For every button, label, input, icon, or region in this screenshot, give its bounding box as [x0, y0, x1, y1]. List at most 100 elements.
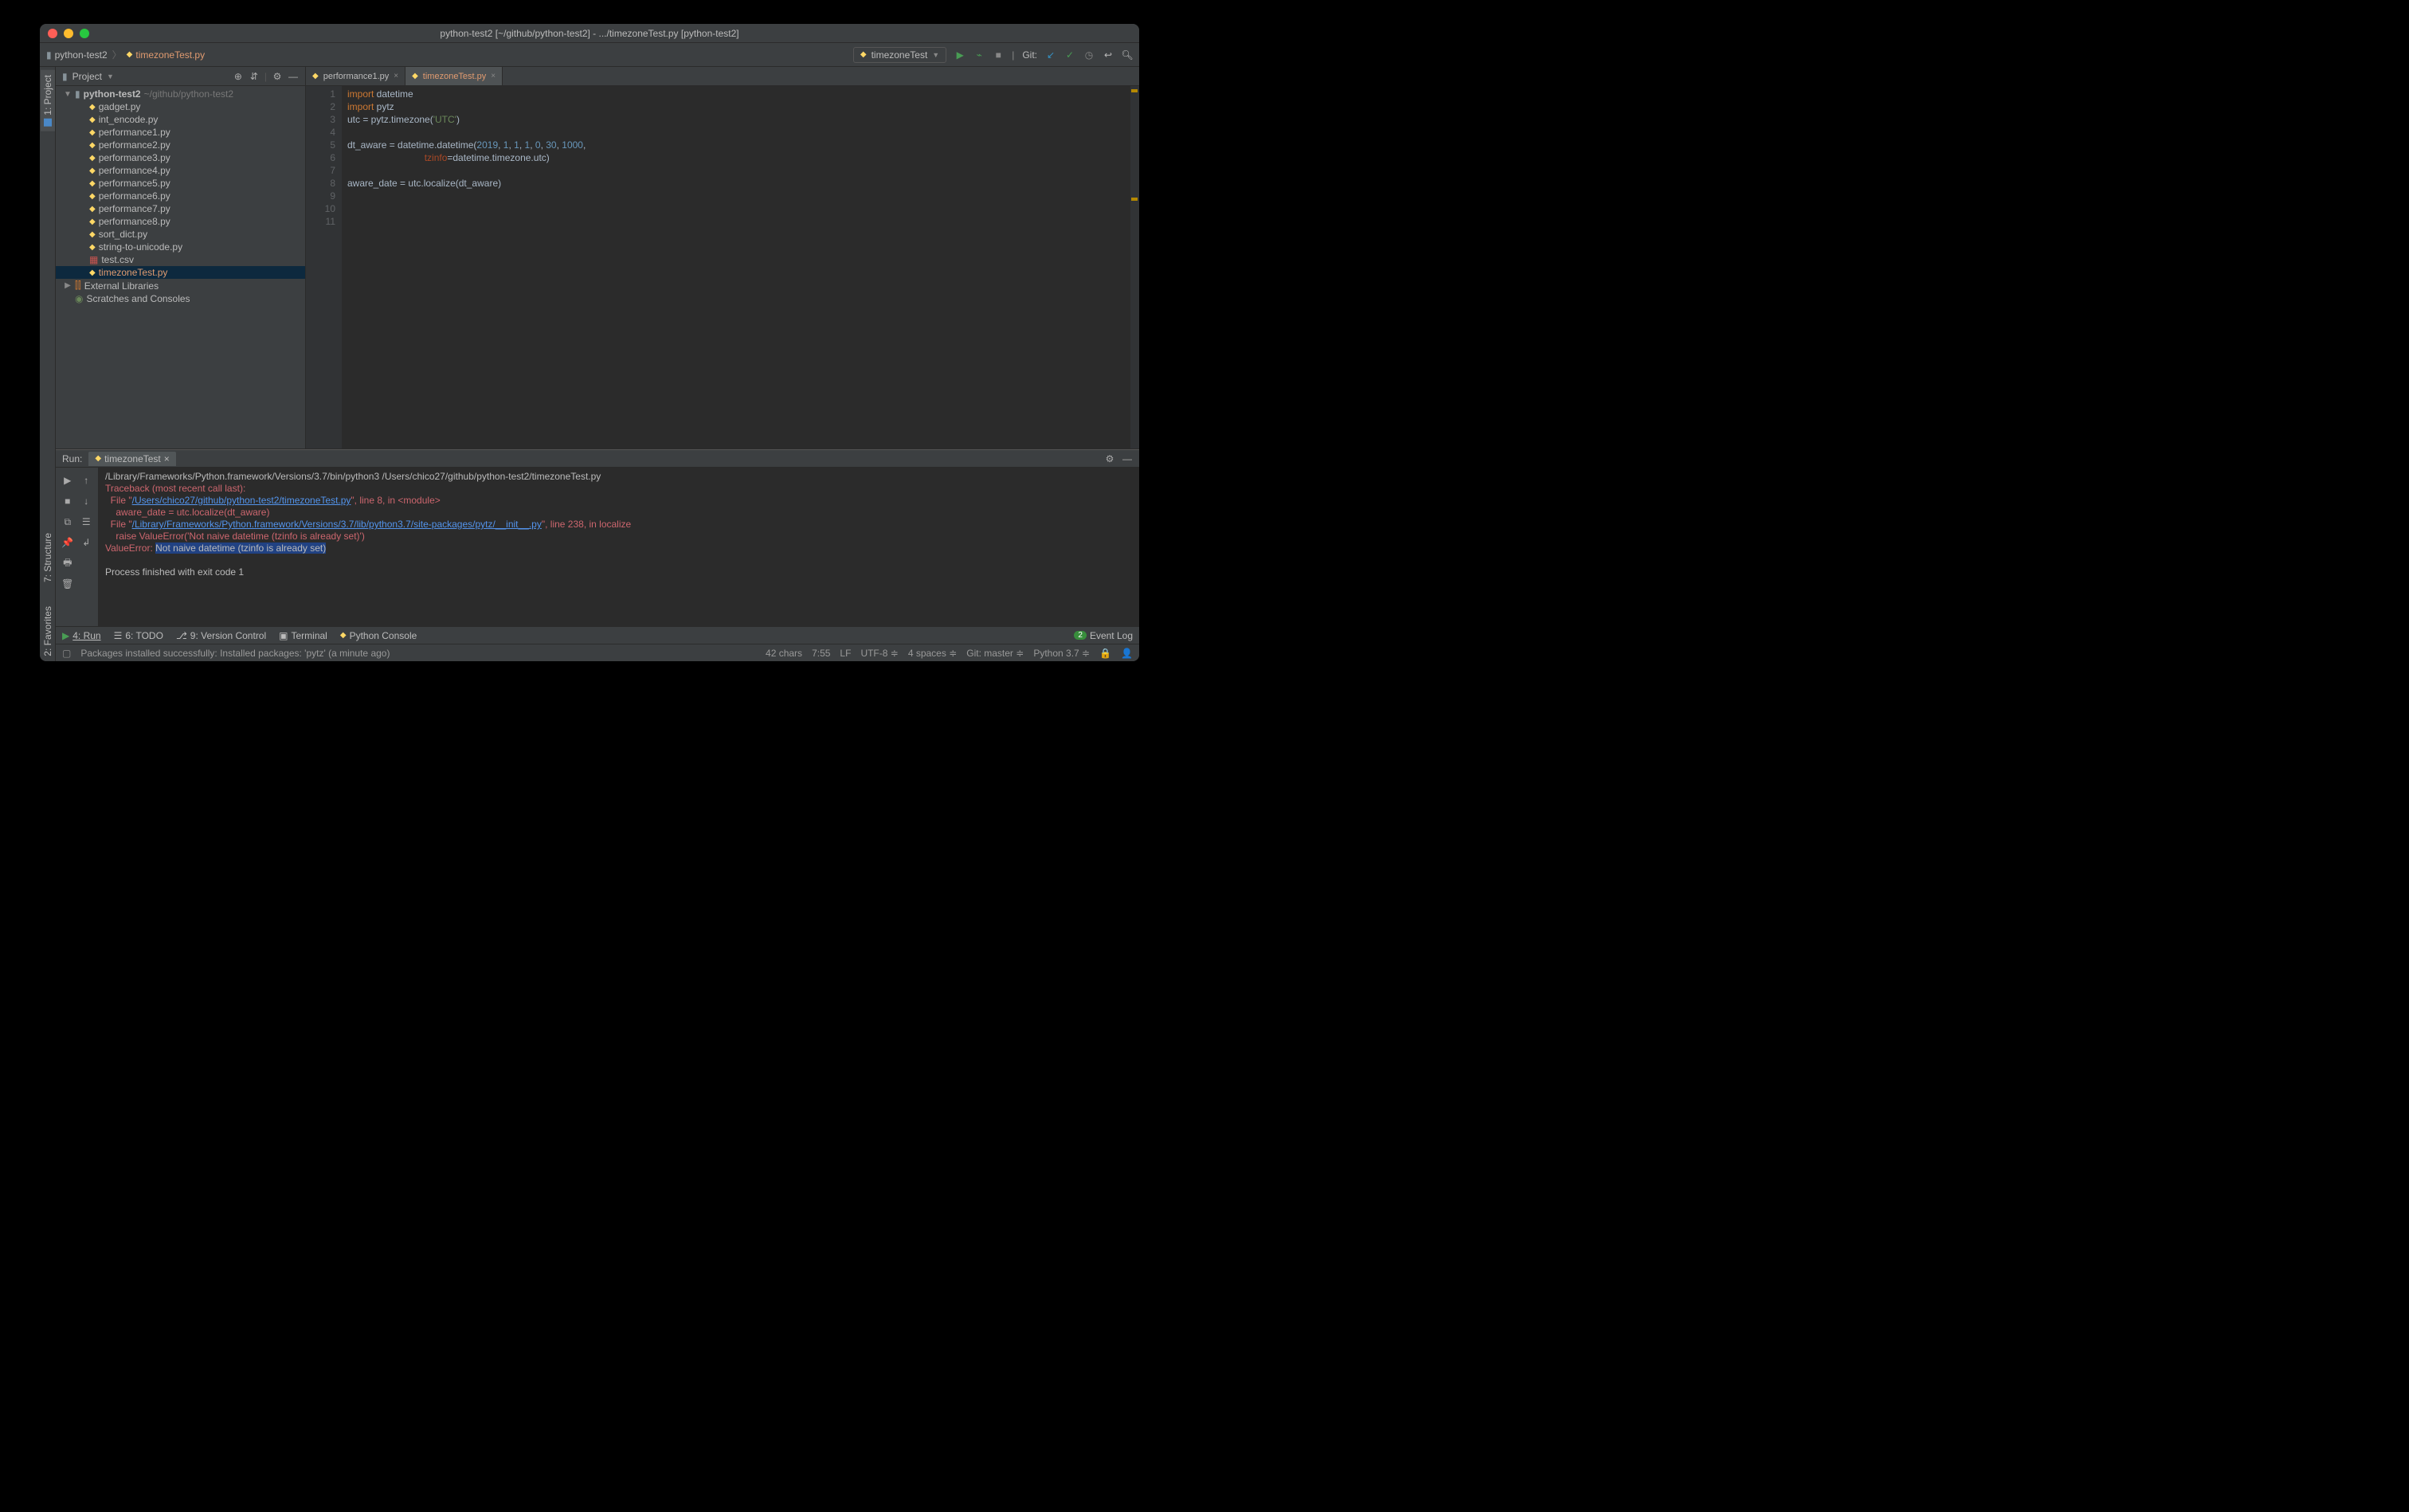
- zoom-icon[interactable]: [80, 29, 89, 38]
- close-icon[interactable]: ×: [394, 72, 398, 80]
- down-icon[interactable]: ↓: [78, 492, 96, 511]
- inspector-icon[interactable]: 👤: [1121, 648, 1133, 659]
- editor-tabs: ◆performance1.py×◆timezoneTest.py×: [306, 67, 1139, 86]
- project-icon: ▮: [62, 71, 68, 82]
- print-icon[interactable]: 🖶: [59, 554, 76, 573]
- code-area[interactable]: 1234567891011 import datetimeimport pytz…: [306, 86, 1139, 449]
- tool-run[interactable]: ▶4: Run: [62, 630, 101, 641]
- console-link[interactable]: /Users/chico27/github/python-test2/timez…: [132, 495, 351, 506]
- run-config-selector[interactable]: ◆ timezoneTest ▼: [853, 47, 946, 63]
- editor-tab[interactable]: ◆timezoneTest.py×: [405, 67, 503, 85]
- filter-icon[interactable]: ☰: [78, 512, 96, 531]
- tab-favorites[interactable]: 2: Favorites: [41, 601, 55, 661]
- gutter: 1234567891011: [306, 86, 343, 449]
- tool-pyconsole[interactable]: ◆Python Console: [340, 630, 417, 641]
- warning-marker[interactable]: [1131, 198, 1138, 201]
- status-encoding[interactable]: UTF-8 ≑: [860, 648, 898, 659]
- breadcrumb-file[interactable]: ◆ timezoneTest.py: [127, 49, 205, 61]
- hide-icon[interactable]: —: [288, 71, 299, 82]
- tree-file[interactable]: ◆ timezoneTest.py: [56, 266, 305, 279]
- trash-icon[interactable]: 🗑: [59, 574, 76, 593]
- console-highlight: Not naive datetime (tzinfo is already se…: [155, 543, 326, 554]
- error-stripe[interactable]: [1130, 86, 1139, 449]
- revert-icon[interactable]: ↩: [1103, 49, 1114, 61]
- layout-icon[interactable]: ⧉: [59, 512, 76, 531]
- tool-eventlog[interactable]: 2Event Log: [1074, 630, 1133, 641]
- collapse-icon[interactable]: ⇵: [249, 71, 260, 82]
- up-icon[interactable]: ↑: [78, 471, 96, 490]
- breadcrumb-file-label: timezoneTest.py: [135, 49, 205, 61]
- tree-file[interactable]: ◆ performance4.py: [56, 164, 305, 177]
- console-output[interactable]: /Library/Frameworks/Python.framework/Ver…: [99, 468, 1139, 626]
- hide-icon[interactable]: —: [1122, 453, 1133, 464]
- tool-terminal[interactable]: ▣ Terminal: [279, 630, 327, 641]
- close-icon[interactable]: ×: [164, 453, 170, 464]
- tab-project[interactable]: 1: Project: [41, 70, 55, 131]
- chevron-right-icon: 〉: [112, 48, 122, 61]
- wrap-icon[interactable]: ↲: [78, 533, 96, 552]
- git-commit-icon[interactable]: ✓: [1064, 49, 1075, 61]
- gear-icon[interactable]: ⚙: [272, 71, 283, 82]
- tree-file[interactable]: ◆ performance2.py: [56, 139, 305, 151]
- titlebar[interactable]: python-test2 [~/github/python-test2] - .…: [40, 24, 1139, 43]
- git-update-icon[interactable]: ↙: [1045, 49, 1056, 61]
- breadcrumb-root[interactable]: ▮ python-test2: [46, 49, 108, 61]
- tree-file[interactable]: ▦ test.csv: [56, 253, 305, 266]
- tree-file[interactable]: ◆ performance5.py: [56, 177, 305, 190]
- tree-file[interactable]: ◆ performance7.py: [56, 202, 305, 215]
- tree-file[interactable]: ◆ gadget.py: [56, 100, 305, 113]
- tree-scratches[interactable]: ◉ Scratches and Consoles: [56, 292, 305, 305]
- status-git[interactable]: Git: master ≑: [966, 648, 1024, 659]
- lock-icon[interactable]: 🔒: [1099, 648, 1111, 659]
- console-line: File ": [105, 519, 132, 530]
- minimize-icon[interactable]: [64, 29, 73, 38]
- status-python[interactable]: Python 3.7 ≑: [1033, 648, 1090, 659]
- status-indent[interactable]: 4 spaces ≑: [908, 648, 957, 659]
- tab-structure[interactable]: 7: Structure: [41, 528, 55, 587]
- code-content[interactable]: import datetimeimport pytzutc = pytz.tim…: [343, 86, 1130, 449]
- navbar-actions: ◆ timezoneTest ▼ ▶ ⌁ ■ | Git: ↙ ✓ ◷ ↩ 🔍︎: [853, 47, 1133, 63]
- breadcrumb: ▮ python-test2 〉 ◆ timezoneTest.py: [46, 48, 205, 61]
- project-tree[interactable]: ▼▮ python-test2 ~/github/python-test2◆ g…: [56, 86, 305, 449]
- run-tab[interactable]: ◆ timezoneTest ×: [88, 452, 175, 466]
- editor-tab[interactable]: ◆performance1.py×: [306, 67, 405, 85]
- tree-external-libs[interactable]: ▶⫿⫿ External Libraries: [56, 279, 305, 292]
- status-lf[interactable]: LF: [840, 648, 851, 659]
- tree-file[interactable]: ◆ performance3.py: [56, 151, 305, 164]
- close-icon[interactable]: [48, 29, 57, 38]
- tree-file[interactable]: ◆ int_encode.py: [56, 113, 305, 126]
- chevron-down-icon[interactable]: ▼: [107, 72, 114, 80]
- stop-icon[interactable]: ■: [59, 492, 76, 511]
- rerun-icon[interactable]: ▶: [59, 471, 76, 490]
- tree-file[interactable]: ◆ performance8.py: [56, 215, 305, 228]
- python-icon: ◆: [860, 50, 867, 59]
- history-icon[interactable]: ◷: [1083, 49, 1095, 61]
- tool-vcs[interactable]: ⎇ 9: Version Control: [176, 630, 266, 641]
- target-icon[interactable]: ⊕: [233, 71, 244, 82]
- python-icon: ◆: [95, 454, 101, 463]
- project-panel: ▮ Project ▼ ⊕ ⇵ | ⚙ — ▼▮ python-test2 ~/…: [56, 67, 306, 449]
- console-line: Process finished with exit code 1: [105, 566, 244, 578]
- breadcrumb-root-label: python-test2: [55, 49, 108, 61]
- run-icon[interactable]: ▶: [954, 49, 966, 61]
- stop-icon[interactable]: ■: [993, 49, 1004, 61]
- tool-todo[interactable]: ☰ 6: TODO: [114, 630, 163, 641]
- debug-icon[interactable]: ⌁: [973, 49, 985, 61]
- warning-marker[interactable]: [1131, 89, 1138, 92]
- tree-file[interactable]: ◆ sort_dict.py: [56, 228, 305, 241]
- status-pos[interactable]: 7:55: [812, 648, 830, 659]
- status-message: Packages installed successfully: Install…: [80, 648, 390, 659]
- tree-root[interactable]: ▼▮ python-test2 ~/github/python-test2: [56, 88, 305, 100]
- pin-icon[interactable]: 📌: [59, 533, 76, 552]
- close-icon[interactable]: ×: [491, 72, 496, 80]
- console-link[interactable]: /Library/Frameworks/Python.framework/Ver…: [132, 519, 542, 530]
- tab-favorites-label: 2: Favorites: [42, 606, 53, 656]
- git-label: Git:: [1022, 49, 1037, 61]
- tree-file[interactable]: ◆ performance1.py: [56, 126, 305, 139]
- search-icon[interactable]: 🔍︎: [1122, 49, 1133, 61]
- statusbar-toggle-icon[interactable]: ▢: [62, 648, 71, 659]
- gear-icon[interactable]: ⚙: [1104, 453, 1115, 464]
- tree-file[interactable]: ◆ string-to-unicode.py: [56, 241, 305, 253]
- tree-file[interactable]: ◆ performance6.py: [56, 190, 305, 202]
- left-toolbar: 1: Project 7: Structure 2: Favorites: [40, 67, 56, 661]
